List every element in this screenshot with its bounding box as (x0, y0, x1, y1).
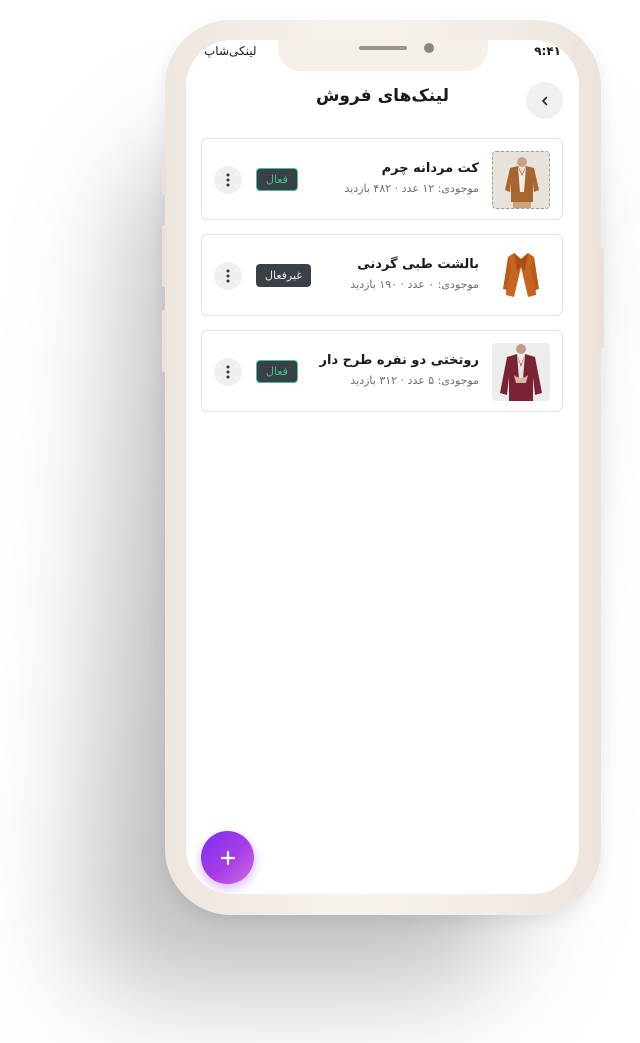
item-meta: موجودی: ۰ عدد · ۱۹۰ بازدید (350, 278, 479, 291)
phone-notch (278, 40, 488, 71)
mockup-stage: ۹:۴۱ لینکی‌شاپ لینک‌های فروش (0, 0, 640, 1043)
item-title: کت مردانه چرم (381, 161, 479, 176)
status-badge[interactable]: غیرفعال (256, 264, 312, 287)
more-options-button[interactable] (214, 358, 242, 386)
more-vertical-icon (226, 269, 230, 283)
item-title: بالشت طبی گردنی (357, 257, 479, 272)
phone-side-button (599, 248, 604, 348)
list-item[interactable]: کت مردانه چرم موجودی: ۱۲ عدد · ۴۸۲ بازدی… (201, 138, 563, 220)
page-title: لینک‌های فروش (315, 86, 450, 106)
orange-coat-image (492, 247, 550, 305)
burgundy-blazer-image (492, 343, 550, 401)
sales-link-list: کت مردانه چرم موجودی: ۱۲ عدد · ۴۸۲ بازدی… (201, 138, 563, 426)
status-time: ۹:۴۱ (534, 44, 561, 58)
status-brand: لینکی‌شاپ (204, 44, 257, 58)
more-options-button[interactable] (214, 262, 242, 290)
item-meta: موجودی: ۱۲ عدد · ۴۸۲ بازدید (344, 182, 479, 195)
add-link-button[interactable] (201, 831, 254, 884)
status-badge[interactable]: فعال (256, 360, 298, 383)
brown-jacket-image (492, 151, 550, 209)
phone-side-button (162, 165, 167, 195)
item-title: روتختی دو نفره طرح دار (319, 353, 479, 368)
phone-side-button (162, 225, 167, 287)
app-screen: ۹:۴۱ لینکی‌شاپ لینک‌های فروش (186, 40, 579, 894)
item-meta: موجودی: ۵ عدد · ۳۱۲ بازدید (350, 374, 479, 387)
more-vertical-icon (226, 173, 230, 187)
more-options-button[interactable] (214, 166, 242, 194)
plus-icon (220, 850, 235, 865)
status-badge[interactable]: فعال (256, 168, 298, 191)
phone-side-button (162, 310, 167, 372)
more-vertical-icon (226, 365, 230, 379)
back-button[interactable] (526, 82, 563, 119)
speaker-grille (359, 46, 407, 50)
list-item[interactable]: بالشت طبی گردنی موجودی: ۰ عدد · ۱۹۰ بازد… (201, 234, 563, 316)
chevron-left-icon (541, 96, 547, 105)
front-camera (424, 43, 434, 53)
list-item[interactable]: روتختی دو نفره طرح دار موجودی: ۵ عدد · ۳… (201, 330, 563, 412)
